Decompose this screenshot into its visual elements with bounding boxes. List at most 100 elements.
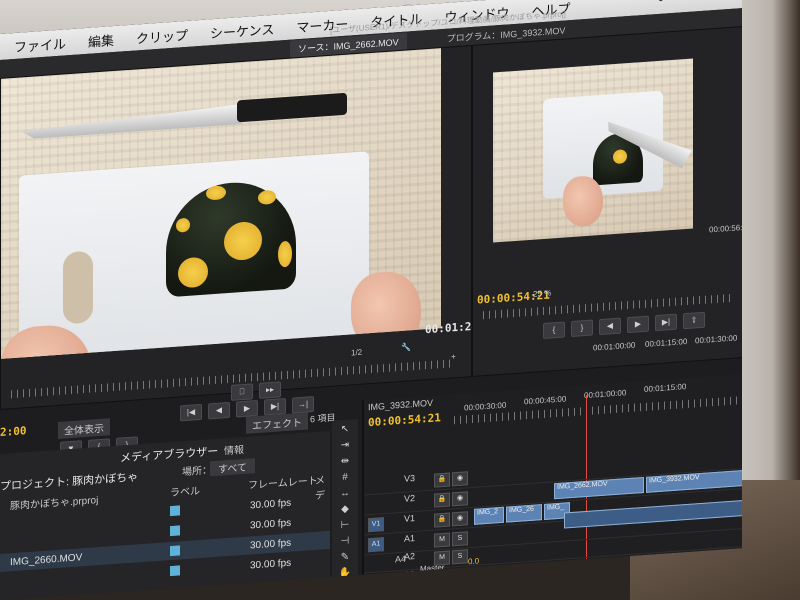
view-mode-select[interactable]: 全体表示 bbox=[58, 418, 110, 439]
lock-icon[interactable]: 🔒 bbox=[434, 492, 450, 508]
tab-effects[interactable]: エフェクト bbox=[246, 412, 308, 434]
play-icon[interactable]: ▶ bbox=[627, 315, 649, 334]
rate-stretch-icon[interactable]: ↔ bbox=[338, 487, 352, 500]
step-forward-icon[interactable]: ▶| bbox=[264, 398, 286, 416]
knife-handle bbox=[237, 92, 347, 123]
ruler-label: 00:00:30:00 bbox=[464, 400, 507, 413]
add-icon[interactable]: + bbox=[451, 352, 456, 361]
item-name bbox=[10, 511, 170, 522]
source-patch-v1[interactable]: V1 bbox=[368, 517, 384, 533]
mark-in-icon[interactable]: { bbox=[543, 321, 565, 340]
step-forward-icon[interactable]: ▶| bbox=[655, 313, 677, 332]
insert-icon[interactable]: ⎕ bbox=[231, 383, 253, 401]
program-video-frame[interactable] bbox=[493, 58, 693, 243]
pumpkin-flesh-spot bbox=[613, 149, 627, 165]
eye-icon[interactable]: ◉ bbox=[452, 511, 468, 527]
track-label: V3 bbox=[404, 472, 416, 484]
source-zoom-select[interactable]: 1/2 bbox=[351, 348, 362, 358]
pumpkin-flesh-spot bbox=[176, 217, 190, 233]
ripple-edit-icon[interactable]: ⇹ bbox=[338, 455, 352, 468]
tab-info[interactable]: 情報 bbox=[224, 441, 244, 457]
go-to-out-icon[interactable]: →| bbox=[292, 396, 314, 414]
track-select-icon[interactable]: ⇥ bbox=[338, 439, 352, 452]
board-handle-hole bbox=[63, 250, 93, 325]
lift-icon[interactable]: ⇪ bbox=[683, 311, 705, 330]
program-ruler-label: 00:01:30:00 bbox=[695, 333, 738, 346]
tools-panel: ↖ ⇥ ⇹ # ↔ ◆ ⊢ ⊣ ✎ ✋ 🔍 bbox=[332, 418, 358, 595]
label-swatch bbox=[170, 545, 180, 557]
source-patch-a1[interactable]: A1 bbox=[368, 537, 384, 553]
master-label: Master bbox=[420, 562, 445, 574]
clip[interactable]: IMG_26 bbox=[506, 504, 542, 523]
go-to-in-icon[interactable]: |◀ bbox=[180, 403, 202, 422]
program-ruler-label: 00:01:00:00 bbox=[593, 340, 636, 353]
status-icons: ● ◐ ✱ ◔ ▮ bbox=[658, 0, 728, 5]
item-fps: 30.00 fps bbox=[250, 517, 292, 532]
column-framerate[interactable]: フレームレート bbox=[248, 472, 318, 492]
solo-button[interactable]: S bbox=[452, 531, 468, 547]
zoom-icon[interactable]: 🔍 bbox=[338, 583, 352, 596]
solo-button[interactable]: S bbox=[452, 549, 468, 565]
lock-icon[interactable]: 🔒 bbox=[434, 512, 450, 528]
rolling-edit-icon[interactable]: # bbox=[338, 471, 352, 484]
item-fps: 30.00 fps bbox=[250, 497, 292, 512]
source-video-frame[interactable] bbox=[1, 48, 441, 359]
play-icon[interactable]: ▶ bbox=[236, 399, 258, 418]
ruler-label: 00:01:15:00 bbox=[644, 382, 687, 394]
slip-tool-icon[interactable]: ⊢ bbox=[338, 519, 352, 532]
track-a4-label: A4 bbox=[395, 553, 407, 565]
program-timecode-right: 00:00:56:15 bbox=[709, 222, 742, 235]
project-panel: メディアブラウザー 情報 プロジェクト: 豚肉かぼちゃ 豚肉かぼちゃ.prpro… bbox=[0, 430, 330, 600]
eye-icon[interactable]: ◉ bbox=[452, 491, 468, 507]
menu-edit[interactable]: 編集 bbox=[88, 30, 114, 51]
item-name bbox=[10, 571, 170, 582]
pumpkin-flesh-spot bbox=[178, 256, 208, 289]
location-select[interactable]: すべて bbox=[210, 458, 255, 477]
menu-sequence[interactable]: シーケンス bbox=[210, 18, 274, 42]
pumpkin-flesh-spot bbox=[258, 189, 276, 205]
track-label: A3 bbox=[404, 568, 416, 580]
razor-icon[interactable]: ◆ bbox=[338, 503, 352, 516]
ruler-label: 00:00:45:00 bbox=[524, 394, 567, 407]
pumpkin-flesh-spot bbox=[224, 220, 262, 262]
knife-blade bbox=[21, 104, 241, 139]
track-label: A1 bbox=[404, 532, 416, 544]
label-swatch bbox=[170, 565, 180, 577]
program-monitor-panel: 00:00:56:15 00:00:54:21 25 % { } ◀ ▶ ▶| … bbox=[472, 25, 742, 377]
mark-out-icon[interactable]: } bbox=[571, 319, 593, 338]
program-ruler-label: 00:01:15:00 bbox=[645, 336, 688, 349]
ruler-label: 00:01:00:00 bbox=[584, 388, 627, 401]
pumpkin-flesh-spot bbox=[206, 185, 226, 201]
item-name bbox=[10, 531, 170, 542]
tab-sequence[interactable]: IMG_3932.MOV bbox=[368, 398, 433, 413]
eye-icon[interactable]: ◉ bbox=[452, 471, 468, 487]
timeline-timecode: 00:00:54:21 bbox=[368, 411, 441, 430]
menu-clip[interactable]: クリップ bbox=[136, 24, 188, 47]
column-label[interactable]: ラベル bbox=[170, 482, 200, 499]
source-monitor-panel: 00:01:24:28 1/2 🔧 + ⎕ ▸▸ bbox=[0, 44, 498, 411]
overwrite-icon[interactable]: ▸▸ bbox=[259, 381, 281, 399]
project-name: プロジェクト: 豚肉かぼちゃ bbox=[0, 471, 139, 493]
hand-icon[interactable]: ✋ bbox=[338, 567, 352, 580]
lock-icon[interactable]: 🔒 bbox=[434, 472, 450, 488]
item-fps: 30.00 fps bbox=[250, 557, 292, 572]
wrench-icon[interactable]: 🔧 bbox=[401, 342, 411, 352]
master-value[interactable]: 0.0 bbox=[468, 556, 479, 566]
screen: ファイル 編集 クリップ シーケンス マーカー タイトル ウィンドウ ヘルプ ●… bbox=[0, 0, 742, 600]
hand bbox=[563, 174, 603, 228]
item-fps: 30.00 fps bbox=[250, 537, 292, 552]
clip[interactable]: IMG_2 bbox=[474, 506, 504, 525]
program-zoom-select[interactable]: 25 % bbox=[533, 288, 551, 298]
location-label: 場所： bbox=[182, 465, 212, 479]
step-back-icon[interactable]: ◀ bbox=[599, 317, 621, 336]
source-left-timecode: 2:00 bbox=[0, 424, 27, 439]
step-back-icon[interactable]: ◀ bbox=[208, 401, 230, 420]
selection-tool-icon[interactable]: ↖ bbox=[338, 423, 352, 436]
track-label: V1 bbox=[404, 512, 416, 524]
slide-tool-icon[interactable]: ⊣ bbox=[338, 535, 352, 548]
menu-file[interactable]: ファイル bbox=[14, 33, 66, 56]
pumpkin-flesh-spot bbox=[278, 240, 292, 268]
mute-button[interactable]: M bbox=[434, 532, 450, 548]
timeline-panel: IMG_3932.MOV 00:00:54:21 00:00:30:00 00:… bbox=[362, 373, 742, 592]
pen-icon[interactable]: ✎ bbox=[338, 551, 352, 564]
